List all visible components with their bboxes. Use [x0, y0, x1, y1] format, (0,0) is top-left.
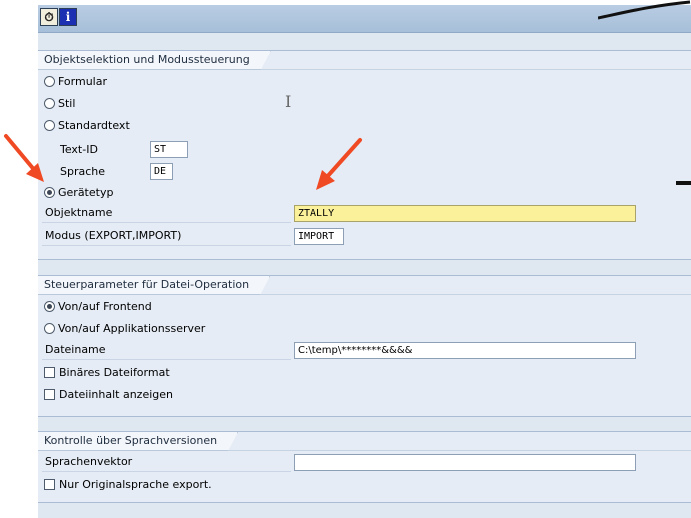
textid-label: Text-ID — [60, 142, 98, 156]
radio-button[interactable] — [44, 97, 55, 109]
radio-label: Von/auf Applikationsserver — [58, 321, 206, 335]
checkbox-label: Binäres Dateiformat — [59, 365, 170, 379]
annotation-mark — [676, 181, 691, 185]
group-steuerparameter: Steuerparameter für Datei-Operation Von/… — [38, 275, 691, 417]
radio-label: Standardtext — [58, 118, 130, 132]
group-kontrolle: Kontrolle über Sprachversionen Sprachenv… — [38, 431, 691, 503]
sprache-input[interactable]: DE — [150, 163, 173, 180]
radio-label: Gerätetyp — [58, 185, 114, 199]
textid-input[interactable]: ST — [150, 141, 188, 158]
sprachenvektor-input[interactable] — [294, 454, 636, 471]
group-title-kontrolle: Kontrolle über Sprachversionen — [38, 432, 238, 451]
radio-button[interactable] — [44, 119, 55, 131]
text-cursor-icon: I — [285, 92, 292, 111]
dateiname-input[interactable]: C:\temp\********&&&& — [294, 342, 636, 359]
checkbox-dateiinhalt[interactable]: Dateiinhalt anzeigen — [44, 384, 173, 404]
objektname-label: Objektname — [42, 203, 291, 223]
radio-applikationsserver[interactable]: Von/auf Applikationsserver — [44, 318, 205, 338]
checkbox[interactable] — [44, 366, 55, 378]
selection-screen: Objektselektion und Modussteuerung Formu… — [38, 33, 691, 518]
radio-standardtext[interactable]: Standardtext — [44, 115, 130, 135]
objektname-input[interactable]: ZTALLY — [294, 205, 636, 222]
modus-label: Modus (EXPORT,IMPORT) — [42, 226, 291, 246]
radio-frontend[interactable]: Von/auf Frontend — [44, 296, 152, 316]
radio-geraetetyp[interactable]: Gerätetyp — [44, 182, 113, 202]
radio-label: Formular — [58, 74, 108, 88]
group-title-steuerparameter: Steuerparameter für Datei-Operation — [38, 276, 270, 295]
radio-label: Von/auf Frontend — [58, 299, 152, 313]
radio-button[interactable] — [44, 75, 55, 87]
checkbox-label: Dateiinhalt anzeigen — [59, 387, 173, 401]
execute-clock-icon: ⏱ — [44, 9, 54, 24]
info-button[interactable]: i — [59, 8, 77, 26]
checkbox[interactable] — [44, 478, 55, 490]
modus-input[interactable]: IMPORT — [294, 228, 344, 245]
application-toolbar: ⏱ i — [38, 5, 691, 33]
checkbox-nur-originalsprache[interactable]: Nur Originalsprache export. — [44, 474, 212, 494]
radio-button-selected[interactable] — [44, 300, 55, 312]
group-title-objektselektion: Objektselektion und Modussteuerung — [38, 51, 271, 70]
radio-label: Stil — [58, 96, 76, 110]
radio-formular[interactable]: Formular — [44, 71, 107, 91]
radio-stil[interactable]: Stil — [44, 93, 75, 113]
radio-button[interactable] — [44, 322, 55, 334]
sprachenvektor-label: Sprachenvektor — [42, 452, 291, 472]
info-icon: i — [65, 10, 71, 24]
annotation-arrow-geraetetyp — [4, 134, 44, 182]
checkbox[interactable] — [44, 388, 55, 400]
execute-button[interactable]: ⏱ — [40, 8, 58, 26]
dateiname-label: Dateiname — [42, 340, 291, 360]
checkbox-binaer[interactable]: Binäres Dateiformat — [44, 362, 170, 382]
annotation-stroke — [598, 0, 691, 20]
checkbox-label: Nur Originalsprache export. — [59, 477, 212, 491]
sprache-label: Sprache — [60, 164, 106, 178]
annotation-arrow-objektname — [316, 138, 362, 190]
